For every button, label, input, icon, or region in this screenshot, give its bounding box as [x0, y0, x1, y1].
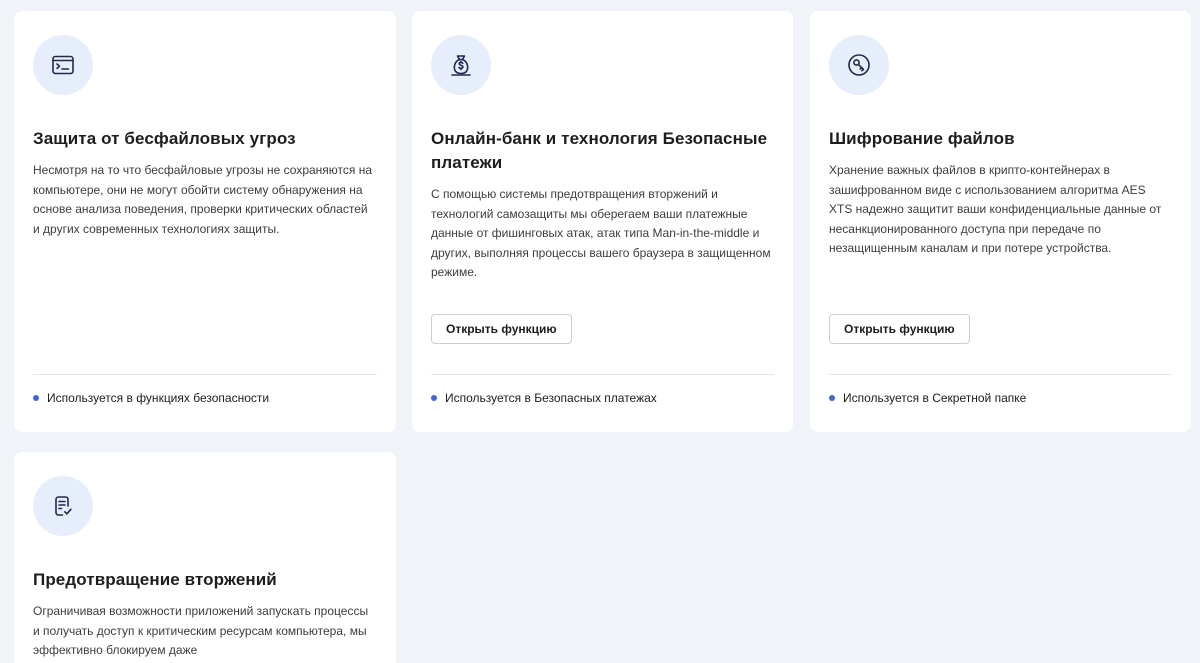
- usage-text: Используется в Секретной папке: [843, 391, 1027, 405]
- bullet-dot-icon: [829, 395, 835, 401]
- card-divider: [33, 374, 377, 375]
- usage-text: Используется в функциях безопасности: [47, 391, 270, 405]
- usage-note: Используется в Секретной папке: [829, 391, 1026, 405]
- card-description: С помощью системы предотвращения вторжен…: [431, 187, 771, 279]
- usage-text: Используется в Безопасных платежах: [445, 391, 657, 405]
- features-page: Защита от бесфайловых угроз Несмотря на …: [0, 0, 1200, 663]
- card-divider: [431, 374, 774, 375]
- card-title: Шифрование файлов: [829, 129, 1015, 148]
- bullet-dot-icon: [33, 395, 39, 401]
- terminal-window-icon: [33, 35, 93, 95]
- card-description: Хранение важных файлов в крипто-контейне…: [829, 163, 1162, 255]
- card-description: Несмотря на то что бесфайловые угрозы не…: [33, 163, 373, 236]
- feature-card-safe-payments: Онлайн-банк и технология Безопасные плат…: [412, 11, 793, 432]
- usage-note: Используется в Безопасных платежах: [431, 391, 657, 405]
- card-description: Ограничивая возможности приложений запус…: [33, 604, 369, 657]
- feature-card-file-encryption: Шифрование файлов Хранение важных файлов…: [810, 11, 1191, 432]
- card-title: Защита от бесфайловых угроз: [33, 129, 296, 148]
- money-bag-icon: [431, 35, 491, 95]
- card-divider: [829, 374, 1172, 375]
- open-function-button[interactable]: Открыть функцию: [431, 314, 572, 344]
- open-function-button[interactable]: Открыть функцию: [829, 314, 970, 344]
- key-circle-icon: [829, 35, 889, 95]
- document-check-icon: [33, 476, 93, 536]
- card-title: Предотвращение вторжений: [33, 570, 277, 589]
- bullet-dot-icon: [431, 395, 437, 401]
- usage-note: Используется в функциях безопасности: [33, 391, 269, 405]
- feature-card-fileless-threats: Защита от бесфайловых угроз Несмотря на …: [14, 11, 396, 432]
- feature-card-intrusion-prevention: Предотвращение вторжений Ограничивая воз…: [14, 452, 396, 663]
- card-title: Онлайн-банк и технология Безопасные плат…: [431, 129, 768, 172]
